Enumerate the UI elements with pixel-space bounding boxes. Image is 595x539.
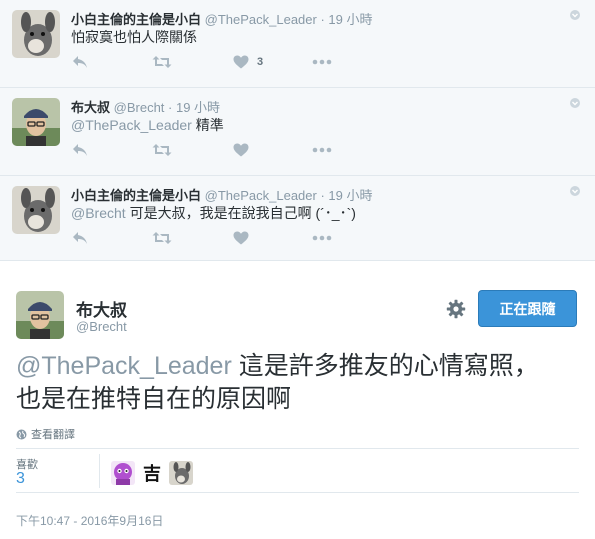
retweet-icon <box>152 232 172 244</box>
reply-tweet[interactable]: 布大叔 @Brecht · 19 小時 @ThePack_Leader 精準 <box>0 88 595 176</box>
author-handle[interactable]: @Brecht <box>76 319 127 334</box>
reply-tweet[interactable]: 小白主倫的主倫是小白 @ThePack_Leader · 19 小時 @Brec… <box>0 176 595 261</box>
mention-link[interactable]: @ThePack_Leader <box>16 352 232 380</box>
tweet-body: 怕寂寞也怕人際關係 <box>71 29 197 45</box>
permalink-tweet: 布大叔 @Brecht 正在跟隨 @ThePack_Leader 這是許多推友的… <box>0 261 595 539</box>
liker-glyph: 吉 <box>143 463 161 485</box>
tweet-body: 精準 <box>195 117 224 133</box>
heart-icon <box>233 231 249 245</box>
tweet-header: 小白主倫的主倫是小白 @ThePack_Leader · 19 小時 <box>71 185 373 204</box>
retweet-button[interactable] <box>152 140 172 160</box>
tweet-text: @Brecht 可是大叔，我是在說我自己啊 (´･_･`) <box>71 203 356 223</box>
tweet-header: 小白主倫的主倫是小白 @ThePack_Leader · 19 小時 <box>71 9 373 28</box>
caret-icon[interactable] <box>569 9 581 21</box>
reply-button[interactable] <box>72 228 88 248</box>
author-name[interactable]: 布大叔 <box>76 296 127 321</box>
liker-avatar[interactable]: 吉 <box>140 461 164 485</box>
retweet-icon <box>152 56 172 68</box>
retweet-icon <box>152 144 172 156</box>
more-button[interactable] <box>312 228 332 248</box>
tweet-text: @ThePack_Leader 這是許多推友的心情寫照， 也是在推特自在的原因啊 <box>16 350 576 416</box>
tweet-actions <box>72 228 372 248</box>
reply-button[interactable] <box>72 140 88 160</box>
avatar[interactable] <box>12 10 60 58</box>
reply-icon <box>73 56 87 68</box>
heart-icon <box>233 143 249 157</box>
tweet-body-line2: 也是在推特自在的原因啊 <box>16 385 292 413</box>
like-button[interactable] <box>233 140 249 160</box>
reply-button[interactable] <box>72 52 88 72</box>
more-dots-icon <box>312 147 332 153</box>
more-dots-icon <box>312 59 332 65</box>
more-dots-icon <box>312 235 332 241</box>
caret-icon[interactable] <box>569 185 581 197</box>
retweet-button[interactable] <box>152 52 172 72</box>
tweet-actions <box>72 140 372 160</box>
author-handle[interactable]: @Brecht <box>114 100 165 115</box>
avatar[interactable] <box>12 186 60 234</box>
liker-avatar[interactable] <box>111 461 135 485</box>
tweet-body-line1: 這是許多推友的心情寫照， <box>231 352 539 380</box>
globe-icon <box>16 429 27 439</box>
tweet-text: 怕寂寞也怕人際關係 <box>71 27 197 47</box>
stats-divider <box>99 454 100 488</box>
more-button[interactable] <box>312 52 332 72</box>
mention-link[interactable]: @ThePack_Leader <box>71 117 192 133</box>
tweet-time[interactable]: · 19 小時 <box>320 188 372 203</box>
author-name[interactable]: 小白主倫的主倫是小白 <box>71 12 201 27</box>
avatar[interactable] <box>16 291 64 339</box>
like-count: 3 <box>257 56 264 68</box>
like-button[interactable]: 3 <box>233 52 263 72</box>
gear-icon[interactable] <box>446 299 466 319</box>
tweet-time[interactable]: · 19 小時 <box>320 12 372 27</box>
tweet-stats: 喜歡 3 吉 <box>16 448 579 493</box>
reply-icon <box>73 144 87 156</box>
like-button[interactable] <box>233 228 249 248</box>
following-button[interactable]: 正在跟隨 <box>478 290 577 327</box>
more-button[interactable] <box>312 140 332 160</box>
likes-count[interactable]: 3 <box>16 470 25 488</box>
author-name[interactable]: 布大叔 <box>71 100 110 115</box>
tweet-time[interactable]: · 19 小時 <box>168 100 220 115</box>
tweet-text: @ThePack_Leader 精準 <box>71 115 224 135</box>
author-name[interactable]: 小白主倫的主倫是小白 <box>71 188 201 203</box>
author-handle[interactable]: @ThePack_Leader <box>205 12 317 27</box>
reply-icon <box>73 232 87 244</box>
reply-tweet[interactable]: 小白主倫的主倫是小白 @ThePack_Leader · 19 小時 怕寂寞也怕… <box>0 0 595 88</box>
caret-icon[interactable] <box>569 97 581 109</box>
translate-link[interactable]: 查看翻譯 <box>16 426 75 442</box>
liker-avatar[interactable] <box>169 461 193 485</box>
heart-icon <box>233 55 249 69</box>
mention-link[interactable]: @Brecht <box>71 205 126 221</box>
tweet-body: 可是大叔，我是在說我自己啊 (´･_･`) <box>129 205 356 221</box>
tweet-header: 布大叔 @Brecht · 19 小時 <box>71 97 220 116</box>
translate-label[interactable]: 查看翻譯 <box>31 426 75 442</box>
conversation-thread: 小白主倫的主倫是小白 @ThePack_Leader · 19 小時 怕寂寞也怕… <box>0 0 595 261</box>
tweet-timestamp[interactable]: 下午10:47 - 2016年9月16日 <box>16 512 163 529</box>
author-handle[interactable]: @ThePack_Leader <box>205 188 317 203</box>
avatar[interactable] <box>12 98 60 146</box>
tweet-actions: 3 <box>72 52 372 72</box>
retweet-button[interactable] <box>152 228 172 248</box>
